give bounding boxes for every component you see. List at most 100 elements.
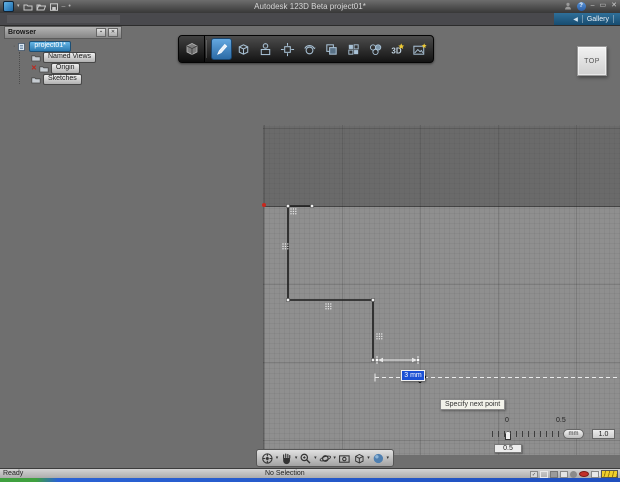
toolbar-separator — [206, 40, 207, 58]
title-bar: ▾ – • Autodesk 123D Beta project01* ? – … — [0, 0, 620, 13]
quick-access-toolbar: ▾ – • — [0, 1, 71, 12]
canvas-upper-shade — [264, 126, 620, 207]
menu-strip: ◀ Gallery — [0, 13, 620, 26]
maximize-button[interactable]: ▭ — [600, 1, 607, 11]
grid-scale-box[interactable]: 1.0 — [592, 429, 615, 439]
alert-indicator-icon[interactable] — [579, 471, 589, 477]
tool-sketch[interactable] — [211, 38, 232, 60]
folder-icon — [39, 65, 49, 72]
browser-panel-header[interactable]: Browser ▪ ✕ — [4, 26, 122, 39]
hidden-x-icon: ✕ — [31, 64, 37, 72]
caret-down-icon[interactable]: ▾ — [314, 455, 317, 461]
tree-item-origin[interactable]: ✕ Origin — [4, 63, 122, 74]
tree-label-named-views[interactable]: Named Views — [43, 52, 97, 63]
tree-item-named-views[interactable]: Named Views — [4, 52, 122, 63]
orbit-sphere-icon — [304, 44, 316, 54]
app-menu-caret-icon[interactable]: ▾ — [17, 2, 20, 11]
selection-status: No Selection — [265, 470, 305, 477]
main-toolbar: 3D — [178, 35, 434, 63]
caret-down-icon[interactable]: ▾ — [276, 455, 279, 461]
unit-button[interactable]: mm — [563, 429, 584, 439]
grid-toggle-icon[interactable] — [540, 470, 548, 478]
folder-icon — [31, 76, 41, 83]
tree-item-project[interactable]: · project01* — [4, 41, 122, 52]
tool-combine[interactable] — [321, 38, 342, 60]
tree-label-sketches[interactable]: Sketches — [43, 74, 82, 85]
layers-toggle-icon[interactable] — [560, 470, 568, 478]
tool-revolve[interactable] — [299, 38, 320, 60]
app-window: ▾ – • Autodesk 123D Beta project01* ? – … — [0, 0, 620, 482]
orbit-icon[interactable] — [319, 452, 332, 465]
gallery-collapse-icon[interactable]: ◀ — [573, 16, 578, 23]
lock-toggle-icon[interactable] — [550, 470, 558, 478]
tool-convert-3d[interactable]: 3D — [387, 38, 408, 60]
view-cube[interactable]: TOP — [577, 46, 607, 76]
tool-press-pull[interactable] — [255, 38, 276, 60]
minimize-button[interactable]: – — [591, 1, 595, 11]
tool-pattern[interactable] — [343, 38, 364, 60]
visual-style-icon[interactable] — [372, 452, 385, 465]
menu-strip-inset — [7, 15, 120, 23]
view-box-icon[interactable] — [353, 452, 366, 465]
spheres-icon — [369, 43, 382, 55]
progress-indicator-icon — [601, 470, 618, 478]
view-cube-top-label[interactable]: TOP — [584, 58, 600, 65]
toolbar-tools: 3D — [208, 36, 433, 62]
browser-close-button[interactable]: ✕ — [108, 28, 118, 37]
divider — [581, 15, 583, 23]
tool-material[interactable] — [365, 38, 386, 60]
snap-ruler[interactable] — [492, 431, 566, 437]
divider — [613, 15, 614, 23]
new-file-icon[interactable] — [23, 3, 33, 11]
window-controls: ? – ▭ ✕ — [564, 1, 617, 11]
tool-move[interactable] — [277, 38, 298, 60]
gallery-tab[interactable]: ◀ Gallery — [554, 13, 620, 25]
undo-icon[interactable]: – — [62, 3, 66, 10]
look-at-icon[interactable] — [338, 452, 351, 465]
caret-down-icon[interactable]: ▾ — [387, 455, 390, 461]
tool-primitive-box[interactable] — [233, 38, 254, 60]
tree-item-sketches[interactable]: Sketches — [4, 74, 122, 85]
project-doc-icon — [18, 42, 26, 51]
steering-wheel-icon[interactable] — [261, 452, 274, 465]
dimension-input[interactable]: 3 mm — [401, 370, 425, 381]
prompt-tooltip: Specify next point — [440, 399, 506, 410]
browser-panel-title: Browser — [8, 29, 37, 36]
browser-panel: Browser ▪ ✕ · project01* Named Views ✕ O… — [4, 26, 122, 85]
taskbar-edge — [0, 478, 620, 482]
tree-label-project[interactable]: project01* — [29, 41, 71, 52]
browser-tree: · project01* Named Views ✕ Origin Sketch… — [4, 39, 122, 85]
app-logo-icon[interactable] — [3, 1, 14, 12]
save-icon[interactable] — [49, 2, 59, 11]
redo-icon[interactable]: • — [68, 3, 70, 10]
status-message: Ready — [3, 470, 24, 477]
tree-label-origin[interactable]: Origin — [50, 63, 80, 74]
pencil-icon — [217, 43, 228, 55]
browser-dock-button[interactable]: ▪ — [96, 28, 106, 37]
caret-down-icon[interactable]: ▾ — [295, 455, 298, 461]
image-star-icon — [413, 42, 427, 55]
snap-scale-zero-label: 0 — [505, 417, 509, 424]
cube-icon — [238, 43, 249, 55]
account-icon[interactable] — [564, 2, 572, 10]
help-icon[interactable]: ? — [576, 1, 586, 11]
windows-toggle-icon[interactable] — [591, 470, 599, 478]
status-toggles: ✓ — [530, 470, 618, 478]
close-button[interactable]: ✕ — [611, 1, 617, 11]
caret-down-icon[interactable]: ▾ — [367, 455, 370, 461]
main-menu-button[interactable] — [179, 36, 206, 62]
open-file-icon[interactable] — [35, 3, 46, 11]
snap-toggle-icon[interactable]: ✓ — [530, 470, 538, 478]
snap-scale-mid-label: 0.5 — [556, 417, 566, 424]
app-cube-icon — [186, 42, 198, 56]
window-title: Autodesk 123D Beta project01* — [254, 2, 366, 11]
caret-down-icon[interactable]: ▾ — [333, 455, 336, 461]
zoom-icon[interactable] — [299, 452, 312, 465]
sphere-on-box-icon — [260, 42, 271, 55]
pan-hand-icon[interactable] — [280, 452, 293, 465]
overlap-squares-icon — [326, 43, 337, 55]
tool-insert-image[interactable] — [409, 38, 430, 60]
tree-bullet-icon: · — [13, 43, 16, 50]
three-d-star-icon: 3D — [391, 42, 405, 55]
record-toggle-icon[interactable] — [570, 470, 577, 478]
